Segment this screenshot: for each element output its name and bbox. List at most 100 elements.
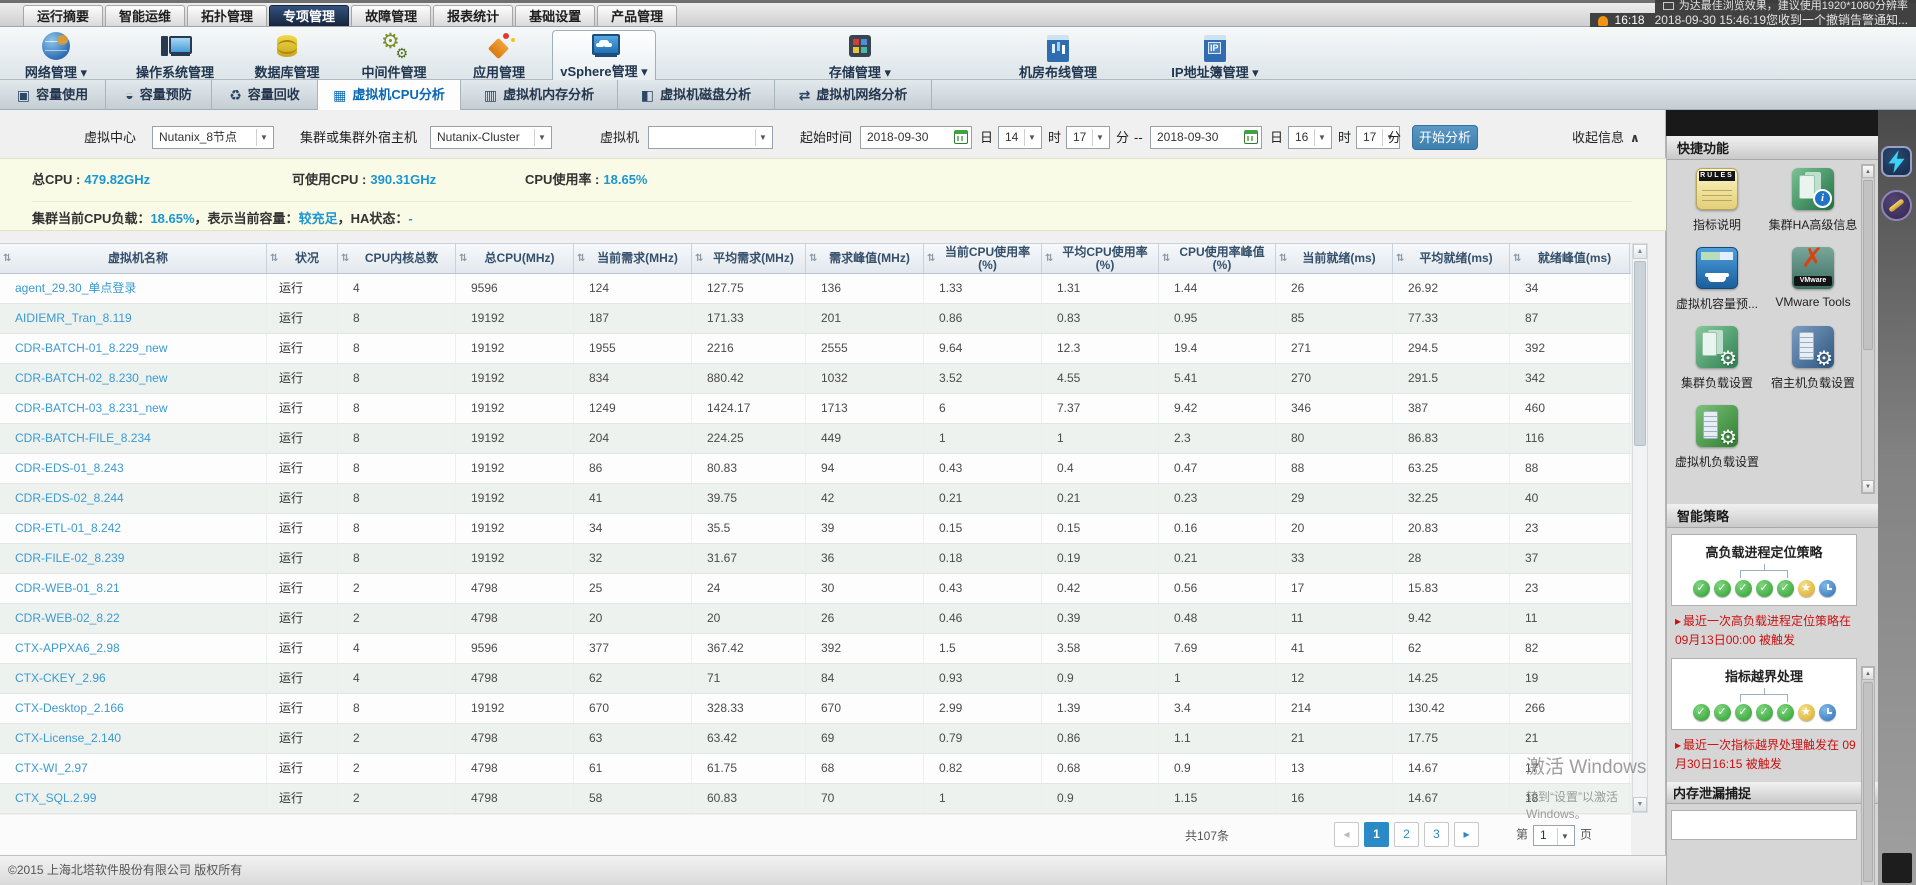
quick-functions-header[interactable]: 快捷功能: [1667, 136, 1878, 160]
column-header-总CPU(MHz)[interactable]: ⇅ 总CPU(MHz): [456, 244, 574, 273]
menu-tab-运行摘要[interactable]: 运行摘要: [23, 5, 104, 26]
vm-name-link[interactable]: CDR-BATCH-FILE_8.234: [0, 424, 267, 453]
menu-tab-专项管理[interactable]: 专项管理: [269, 5, 350, 26]
quick-item-集群负载设置[interactable]: 集群负载设置: [1669, 326, 1765, 391]
sort-icon[interactable]: ⇅: [3, 252, 11, 265]
corner-toggle-icon[interactable]: [1882, 853, 1912, 883]
toolbar-item-数据库管理[interactable]: 数据库管理: [236, 32, 338, 80]
next-page-icon[interactable]: ▸: [1454, 822, 1479, 847]
table-scrollbar[interactable]: ▲ ▼: [1632, 243, 1648, 813]
sort-icon[interactable]: ⇅: [459, 252, 467, 265]
subtab-虚拟机磁盘分析[interactable]: ◧ 虚拟机磁盘分析: [618, 80, 775, 110]
subtab-虚拟机网络分析[interactable]: ⇄ 虚拟机网络分析: [775, 80, 932, 110]
vm-name-link[interactable]: CDR-BATCH-02_8.230_new: [0, 364, 267, 393]
vm-name-link[interactable]: CTX-WI_2.97: [0, 754, 267, 783]
column-header-当前需求(MHz)[interactable]: ⇅ 当前需求(MHz): [574, 244, 692, 273]
scrollbar-thumb[interactable]: [1863, 180, 1873, 350]
vm-name-link[interactable]: CDR-EDS-02_8.244: [0, 484, 267, 513]
sort-icon[interactable]: ⇅: [1162, 252, 1170, 265]
page-button-3[interactable]: 3: [1424, 822, 1449, 847]
sort-icon[interactable]: ⇅: [1045, 252, 1053, 265]
sort-icon[interactable]: ⇅: [809, 252, 817, 265]
policy-section-header-内存泄漏捕捉[interactable]: 内存泄漏捕捉: [1667, 782, 1878, 804]
sort-icon[interactable]: ⇅: [341, 252, 349, 265]
toolbar-item-网络管理[interactable]: 网络管理 ▾: [1, 32, 111, 80]
toolbar-item-机房布线管理[interactable]: 机房布线管理: [1000, 32, 1116, 80]
menu-tab-故障管理[interactable]: 故障管理: [351, 5, 432, 26]
vm-name-link[interactable]: agent_29.30_单点登录: [0, 274, 267, 303]
tool-icon[interactable]: [1881, 190, 1912, 221]
page-button-2[interactable]: 2: [1394, 822, 1419, 847]
start-minute-select[interactable]: 17 ▼: [1066, 126, 1110, 149]
quick-item-虚拟机容量预...[interactable]: 虚拟机容量预...: [1669, 247, 1765, 312]
menu-tab-拓扑管理[interactable]: 拓扑管理: [187, 5, 268, 26]
subtab-容量预防[interactable]: ◒ 容量预防: [106, 80, 212, 110]
column-header-平均需求(MHz)[interactable]: ⇅ 平均需求(MHz): [692, 244, 806, 273]
vm-name-link[interactable]: CTX_SQL.2.99: [0, 784, 267, 813]
vm-name-link[interactable]: CDR-WEB-02_8.22: [0, 604, 267, 633]
sort-icon[interactable]: ⇅: [695, 252, 703, 265]
column-header-CPU使用率峰值 (%)[interactable]: ⇅ CPU使用率峰值 (%): [1159, 244, 1276, 273]
column-header-状况[interactable]: ⇅ 状况: [267, 244, 338, 273]
end-hour-select[interactable]: 16 ▼: [1288, 126, 1332, 149]
vm-name-link[interactable]: AIDIEMR_Tran_8.119: [0, 304, 267, 333]
vm-name-link[interactable]: CDR-FILE-02_8.239: [0, 544, 267, 573]
column-header-平均CPU使用率 (%)[interactable]: ⇅ 平均CPU使用率 (%): [1042, 244, 1159, 273]
analyze-button[interactable]: 开始分析: [1412, 125, 1478, 150]
page-jump-select[interactable]: 1 ▼: [1533, 825, 1576, 846]
vcenter-select[interactable]: Nutanix_8节点 ▼: [152, 126, 274, 149]
quick-item-虚拟机负载设置[interactable]: 虚拟机负载设置: [1669, 405, 1765, 470]
column-header-平均就绪(ms)[interactable]: ⇅ 平均就绪(ms): [1393, 244, 1510, 273]
column-header-CPU内核总数[interactable]: ⇅ CPU内核总数: [338, 244, 456, 273]
vm-name-link[interactable]: CDR-BATCH-03_8.231_new: [0, 394, 267, 423]
smart-policy-header[interactable]: 智能策略: [1667, 504, 1878, 528]
scrollbar-thumb[interactable]: [1863, 682, 1873, 882]
sort-icon[interactable]: ⇅: [1396, 252, 1404, 265]
prev-page-icon[interactable]: ◂: [1334, 822, 1359, 847]
quick-panel-scrollbar[interactable]: ▲ ▼: [1861, 164, 1875, 494]
column-header-当前就绪(ms)[interactable]: ⇅ 当前就绪(ms): [1276, 244, 1393, 273]
toolbar-item-IP地址簿管理[interactable]: IP地址簿管理 ▾: [1155, 32, 1275, 80]
scroll-up-icon[interactable]: ▲: [1862, 667, 1874, 680]
end-date-input[interactable]: 2018-09-30: [1150, 126, 1262, 149]
menu-tab-产品管理[interactable]: 产品管理: [597, 5, 678, 26]
sort-icon[interactable]: ⇅: [577, 252, 585, 265]
subtab-容量使用[interactable]: ▣ 容量使用: [0, 80, 106, 110]
vm-select[interactable]: ▼: [648, 126, 773, 149]
vm-name-link[interactable]: CDR-BATCH-01_8.229_new: [0, 334, 267, 363]
vm-name-link[interactable]: CTX-License_2.140: [0, 724, 267, 753]
toolbar-item-操作系统管理[interactable]: 操作系统管理: [118, 32, 232, 80]
scrollbar-thumb[interactable]: [1634, 261, 1646, 446]
column-header-当前CPU使用率 (%)[interactable]: ⇅ 当前CPU使用率 (%): [924, 244, 1042, 273]
column-header-虚拟机名称[interactable]: ⇅ 虚拟机名称: [0, 244, 267, 273]
toolbar-item-中间件管理[interactable]: 中间件管理: [343, 29, 445, 80]
policy-scrollbar[interactable]: ▲ ▼: [1861, 666, 1875, 885]
start-date-input[interactable]: 2018-09-30: [860, 126, 972, 149]
menu-tab-报表统计[interactable]: 报表统计: [433, 5, 514, 26]
vm-name-link[interactable]: CTX-APPXA6_2.98: [0, 634, 267, 663]
scroll-up-icon[interactable]: ▲: [1633, 244, 1647, 259]
calendar-icon[interactable]: [954, 130, 968, 144]
sort-icon[interactable]: ⇅: [1513, 252, 1521, 265]
subtab-虚拟机CPU分析[interactable]: ▦ 虚拟机CPU分析: [318, 80, 461, 110]
lightning-icon[interactable]: [1881, 146, 1912, 177]
alert-notification[interactable]: 16:18 2018-09-30 15:46:19您收到一个撤销告警通知...: [1589, 13, 1916, 27]
quick-item-宿主机负载设置[interactable]: 宿主机负载设置: [1765, 326, 1861, 391]
sort-icon[interactable]: ⇅: [270, 252, 278, 265]
start-hour-select[interactable]: 14 ▼: [998, 126, 1042, 149]
calendar-icon[interactable]: [1244, 130, 1258, 144]
column-header-需求峰值(MHz)[interactable]: ⇅ 需求峰值(MHz): [806, 244, 924, 273]
page-button-1[interactable]: 1: [1364, 822, 1389, 847]
sort-icon[interactable]: ⇅: [927, 252, 935, 265]
toolbar-item-应用管理[interactable]: 应用管理: [448, 32, 550, 80]
vm-name-link[interactable]: CDR-WEB-01_8.21: [0, 574, 267, 603]
toolbar-item-vSphere管理[interactable]: vSphere管理 ▾: [552, 30, 656, 80]
vm-name-link[interactable]: CDR-ETL-01_8.242: [0, 514, 267, 543]
column-header-就绪峰值(ms)[interactable]: ⇅ 就绪峰值(ms): [1510, 244, 1630, 273]
menu-tab-智能运维[interactable]: 智能运维: [105, 5, 186, 26]
vm-name-link[interactable]: CTX-CKEY_2.96: [0, 664, 267, 693]
quick-item-集群HA高级信息[interactable]: 集群HA高级信息: [1765, 168, 1861, 233]
vm-name-link[interactable]: CTX-Desktop_2.166: [0, 694, 267, 723]
menu-tab-基础设置[interactable]: 基础设置: [515, 5, 596, 26]
scroll-down-icon[interactable]: ▼: [1862, 480, 1874, 493]
